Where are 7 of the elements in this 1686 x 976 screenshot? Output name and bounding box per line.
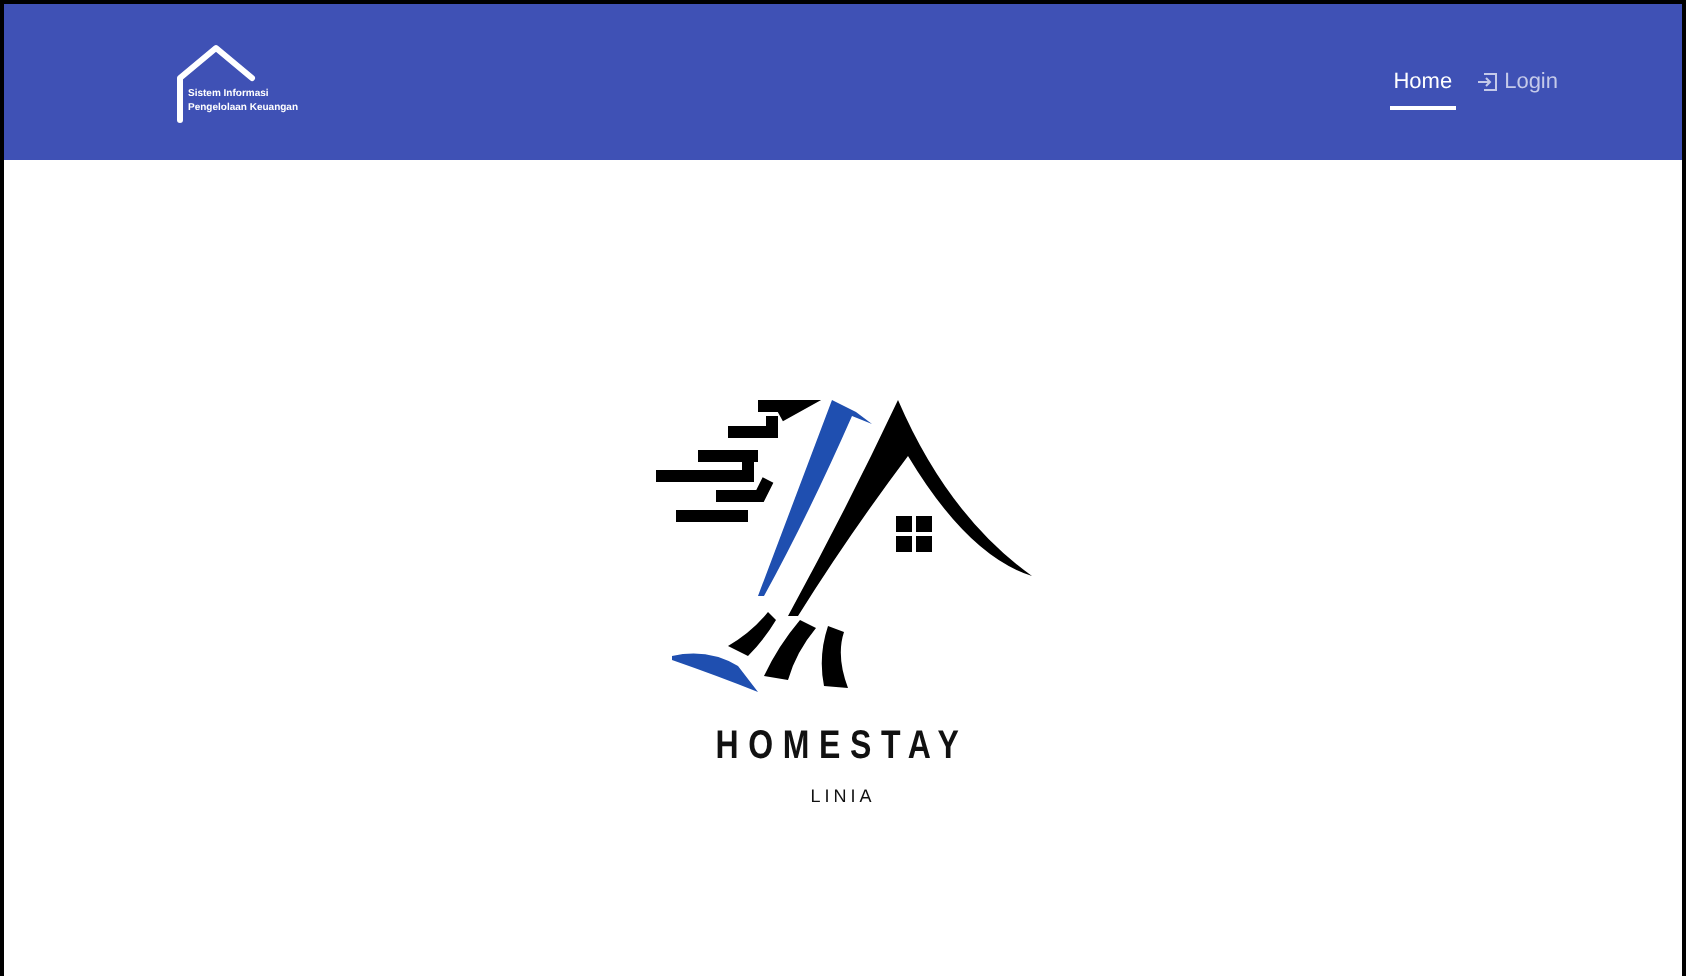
homestay-title: HOMESTAY [716, 724, 970, 770]
nav-link[interactable]: Home [1389, 62, 1457, 110]
wall-logo-icon [172, 79, 184, 123]
homestay-subtitle: LINIA [810, 786, 876, 806]
login-icon [1476, 72, 1499, 92]
login-link[interactable]: Login [1472, 62, 1562, 110]
roof-logo-icon [172, 41, 260, 81]
